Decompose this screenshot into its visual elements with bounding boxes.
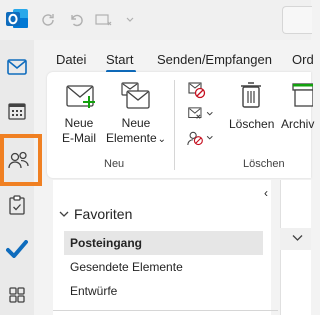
group-separator xyxy=(174,80,175,170)
archive-icon[interactable] xyxy=(291,82,314,110)
ribbon: Neue E-Mail Neue Elemente⌄ Neu Löschen A… xyxy=(47,72,314,178)
new-items-button[interactable]: Neue Elemente⌄ xyxy=(105,116,167,147)
collapse-pane-icon[interactable]: ‹ xyxy=(264,186,268,200)
favorites-header[interactable]: Favoriten xyxy=(58,206,132,222)
folder-item-entwuerfe[interactable]: Entwürfe xyxy=(64,279,263,303)
pane-divider xyxy=(53,310,278,311)
new-items-icon[interactable] xyxy=(119,80,153,112)
favorites-label: Favoriten xyxy=(74,206,133,222)
apps-icon[interactable] xyxy=(0,276,34,314)
new-items-label-1: Neue xyxy=(121,116,151,130)
new-email-icon[interactable] xyxy=(65,82,97,110)
check-icon[interactable] xyxy=(0,230,34,268)
new-email-button[interactable]: Neue E-Mail xyxy=(57,116,101,146)
sync-icon[interactable] xyxy=(36,8,60,32)
archive-button[interactable]: Archiv xyxy=(281,117,314,132)
tab-senden-empfangen[interactable]: Senden/Empfangen xyxy=(157,52,272,67)
more-chevron-icon[interactable] xyxy=(118,8,142,32)
title-bar xyxy=(0,0,312,40)
new-email-label-1: Neue xyxy=(64,116,94,130)
people-icon[interactable] xyxy=(0,141,38,179)
cleanup-button[interactable] xyxy=(187,104,215,124)
folder-item-gesendete-elemente[interactable]: Gesendete Elemente xyxy=(64,255,263,279)
chevron-down-icon xyxy=(59,211,69,217)
new-items-chevron-icon: ⌄ xyxy=(157,134,167,145)
search-box[interactable] xyxy=(282,6,312,34)
tab-datei[interactable]: Datei xyxy=(56,52,86,67)
undo-icon[interactable] xyxy=(64,8,88,32)
mail-icon[interactable] xyxy=(0,48,34,86)
delete-button[interactable]: Löschen xyxy=(229,117,274,132)
ignore-button[interactable] xyxy=(187,80,215,100)
delete-icon[interactable] xyxy=(239,80,263,110)
new-items-label-2: Elemente xyxy=(105,131,157,145)
tab-start[interactable]: Start xyxy=(106,52,133,67)
tab-ordner[interactable]: Ord xyxy=(292,52,314,67)
quick-steps-icon[interactable] xyxy=(92,8,116,32)
outlook-logo-icon xyxy=(4,6,30,32)
group-label-neu: Neu xyxy=(104,158,125,170)
folder-item-posteingang[interactable]: Posteingang xyxy=(64,231,263,255)
chevron-down-icon[interactable] xyxy=(292,233,303,245)
todo-icon[interactable] xyxy=(0,186,34,224)
group-label-loeschen: Löschen xyxy=(243,158,285,170)
calendar-icon[interactable] xyxy=(0,92,34,130)
junk-button[interactable] xyxy=(187,128,215,148)
ribbon-tabs: Datei Start Senden/Empfangen Ord xyxy=(42,40,314,73)
new-email-label-2: E-Mail xyxy=(61,131,96,145)
